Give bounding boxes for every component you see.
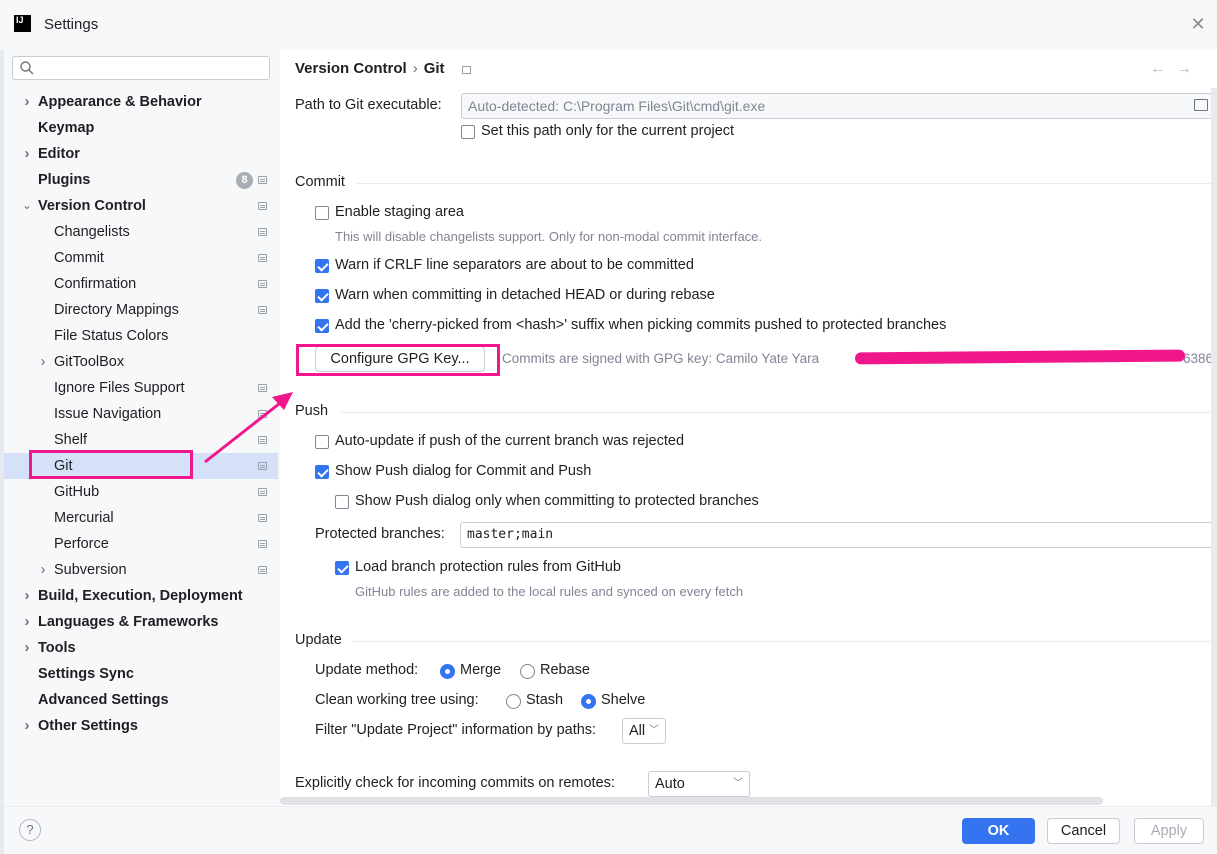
dialog-footer	[4, 806, 1217, 854]
annotation-arrow	[204, 392, 293, 464]
apply-button[interactable]: Apply	[1134, 818, 1204, 844]
help-icon[interactable]: ?	[19, 819, 41, 841]
ok-button[interactable]: OK	[962, 818, 1035, 844]
cancel-button[interactable]: Cancel	[1047, 818, 1120, 844]
